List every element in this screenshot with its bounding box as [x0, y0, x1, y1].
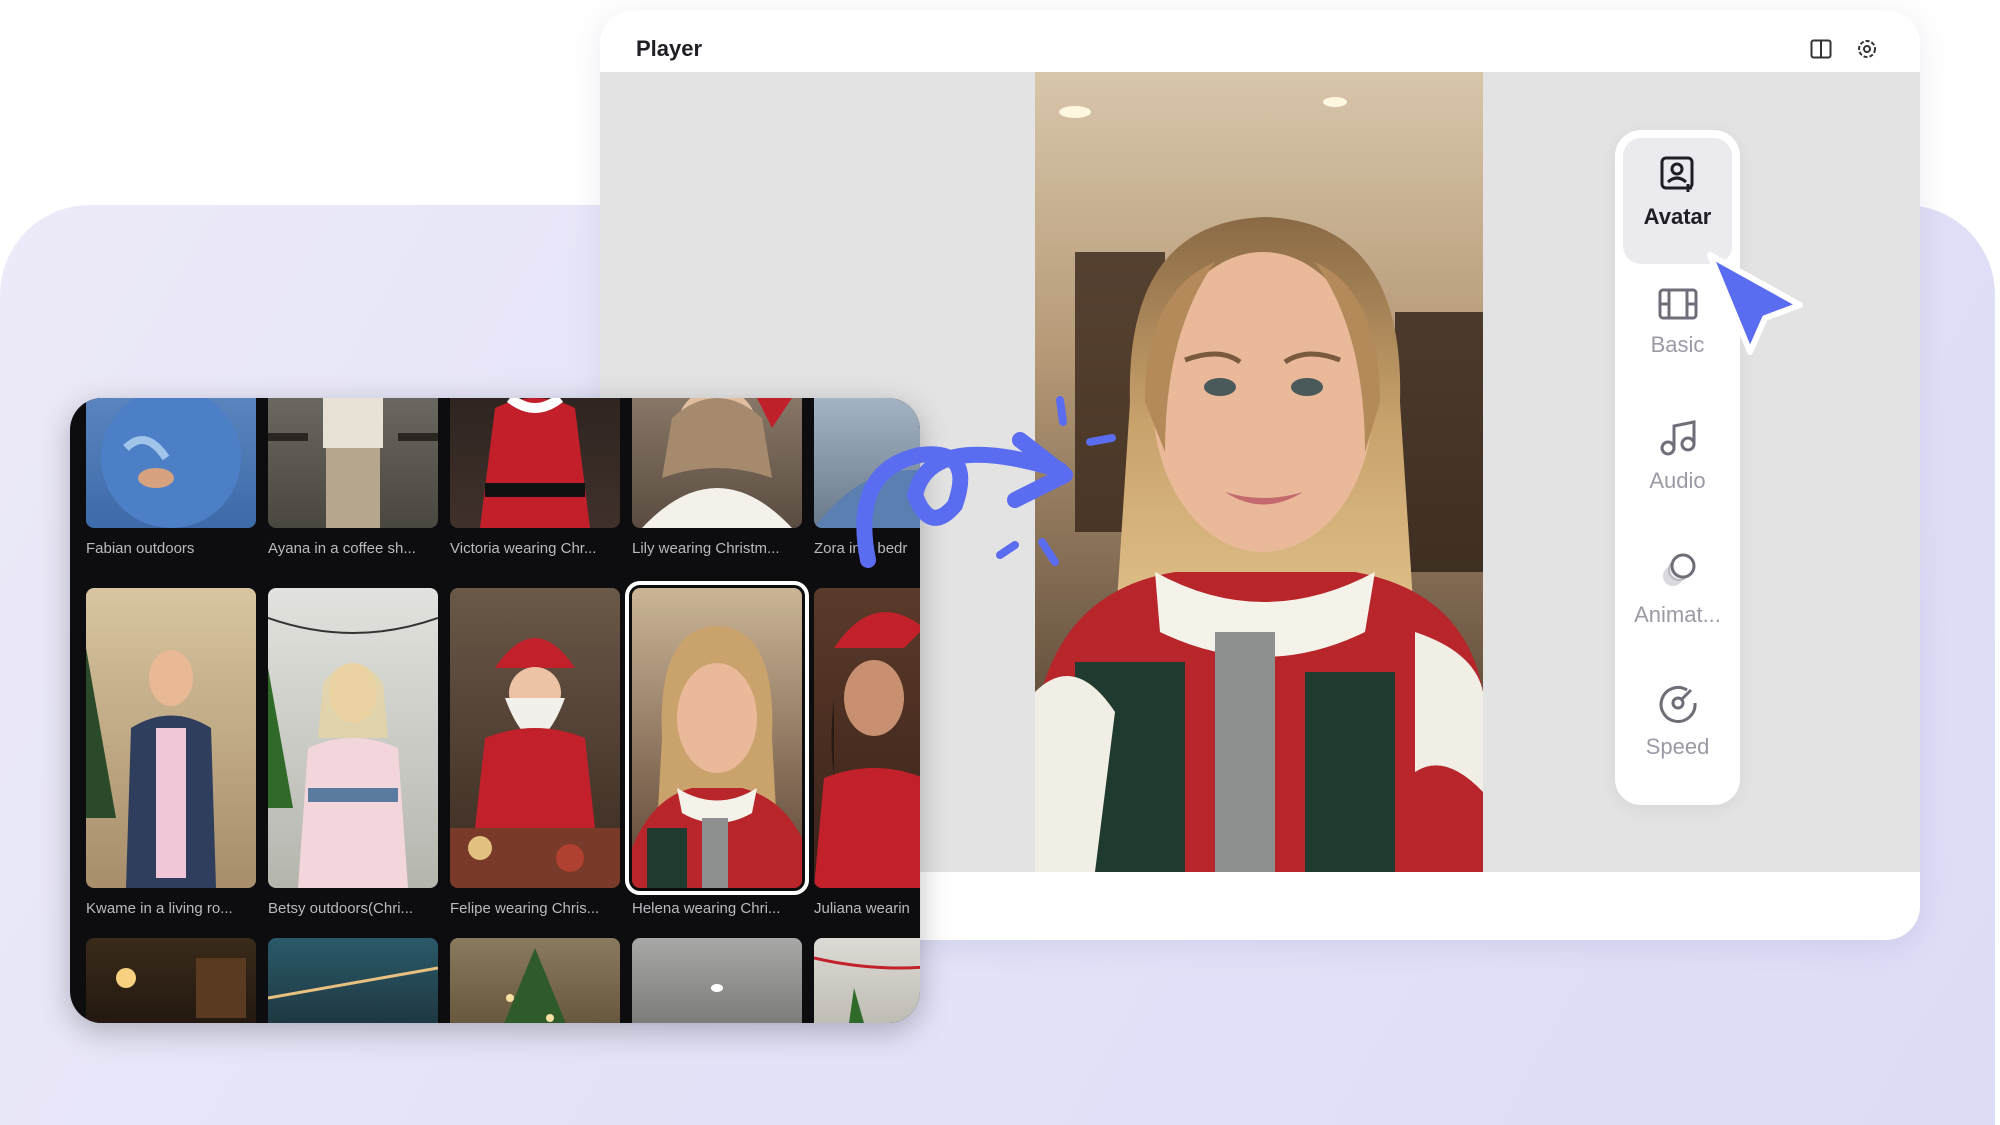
avatar-gallery: Fabian outdoors Ayana in a coffee sh... …: [70, 398, 920, 1023]
tool-avatar-label: Avatar: [1643, 204, 1712, 229]
animation-icon: [1662, 553, 1695, 586]
tool-basic[interactable]: Basic: [1623, 270, 1732, 396]
gallery-item[interactable]: [632, 938, 802, 1023]
avatar-video-preview[interactable]: [1035, 72, 1483, 872]
tool-audio-label: Audio: [1649, 468, 1706, 493]
tool-avatar[interactable]: Avatar: [1623, 138, 1732, 264]
player-title: Player: [636, 36, 703, 61]
tool-audio[interactable]: Audio: [1623, 402, 1732, 528]
gallery-item[interactable]: Kwame in a living ro...: [86, 588, 256, 917]
gallery-caption: Zora in a bedr: [814, 540, 908, 557]
gallery-item[interactable]: Juliana wearin: [814, 588, 920, 917]
gallery-item[interactable]: Lily wearing Christm...: [632, 398, 802, 557]
gallery-caption: Juliana wearin: [814, 900, 910, 917]
gallery-item[interactable]: Zora in a bedr: [814, 398, 920, 557]
avatar-icon: [1660, 156, 1693, 192]
gallery-caption: Fabian outdoors: [86, 540, 195, 557]
gallery-item[interactable]: Betsy outdoors(Chri...: [268, 588, 438, 917]
gallery-item[interactable]: Ayana in a coffee sh...: [268, 398, 438, 557]
tool-speed-label: Speed: [1645, 734, 1710, 759]
stage: Player Avatar Basic Audio Animat... Spee…: [0, 0, 2000, 1125]
gallery-caption: Kwame in a living ro...: [86, 900, 233, 917]
music-note-icon: [1660, 420, 1695, 456]
film-icon: [1658, 288, 1697, 320]
tool-animation[interactable]: Animat...: [1623, 534, 1732, 660]
gallery-caption: Helena wearing Chri...: [632, 900, 781, 917]
tool-panel: Avatar Basic Audio Animat... Speed: [1615, 130, 1740, 805]
gallery-item[interactable]: Fabian outdoors: [86, 398, 256, 557]
gallery-item[interactable]: [268, 938, 438, 1023]
gallery-item[interactable]: [450, 938, 620, 1023]
tool-basic-label: Basic: [1650, 332, 1705, 357]
gallery-caption: Lily wearing Christm...: [632, 540, 780, 557]
gallery-caption: Betsy outdoors(Chri...: [268, 900, 414, 917]
tool-speed[interactable]: Speed: [1623, 666, 1732, 792]
avatar-portrait: [1035, 72, 1483, 872]
gallery-item[interactable]: [814, 938, 920, 1023]
gallery-caption: Victoria wearing Chr...: [450, 540, 597, 557]
gallery-caption: Felipe wearing Chris...: [450, 900, 600, 917]
settings-gear-icon[interactable]: [1854, 36, 1880, 62]
gallery-caption: Ayana in a coffee sh...: [268, 540, 416, 557]
gallery-item[interactable]: Victoria wearing Chr...: [450, 398, 620, 557]
gallery-item-selected[interactable]: Helena wearing Chri...: [625, 581, 809, 917]
gallery-item[interactable]: [86, 938, 256, 1023]
gallery-item[interactable]: Felipe wearing Chris...: [450, 588, 620, 917]
panel-layout-icon[interactable]: [1808, 36, 1834, 62]
tool-animation-label: Animat...: [1634, 602, 1721, 627]
speed-gauge-icon: [1659, 685, 1697, 723]
